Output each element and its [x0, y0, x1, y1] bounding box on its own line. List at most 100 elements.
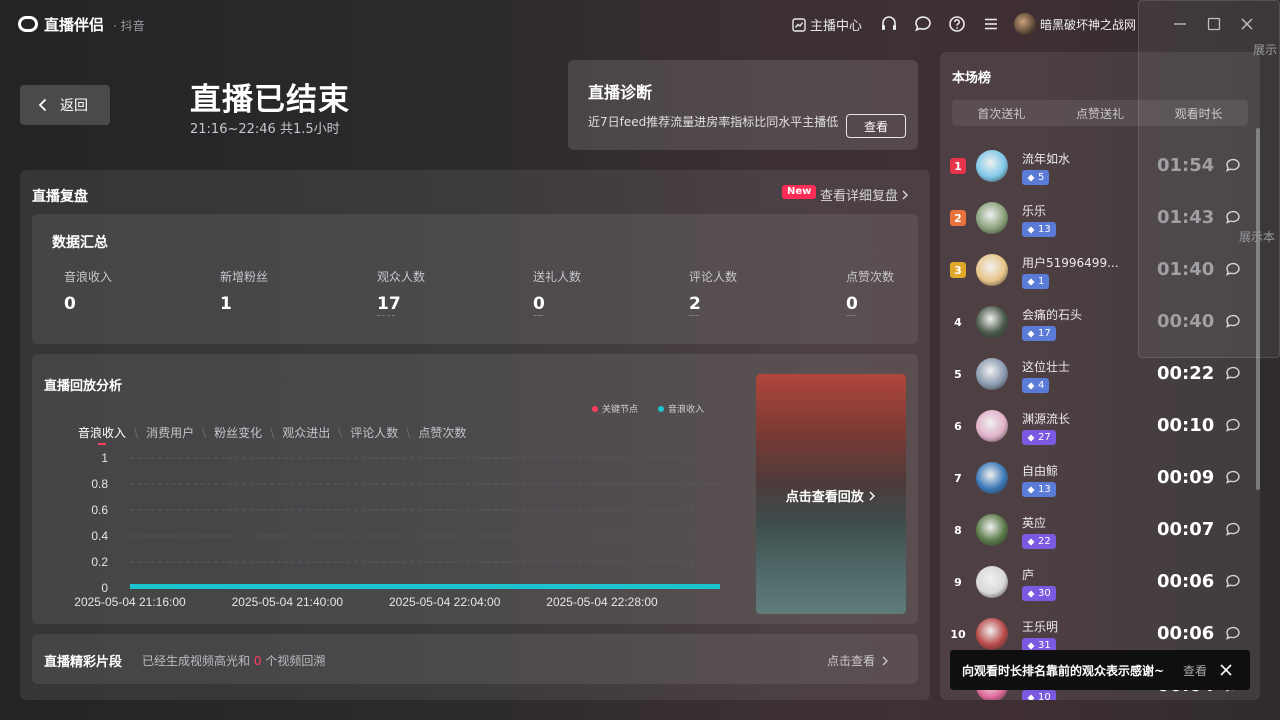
y-tick-label: 0.8 — [91, 477, 108, 491]
viewer-avatar[interactable] — [976, 462, 1008, 494]
chevron-right-icon — [882, 656, 889, 665]
viewer-avatar[interactable] — [976, 618, 1008, 650]
app-logo-icon — [18, 16, 38, 32]
diamond-icon — [1027, 434, 1035, 441]
replay-thumbnail[interactable]: 点击查看回放 — [756, 374, 906, 614]
rank-number: 1 — [950, 158, 966, 174]
ranking-row[interactable]: 9 庐 30 00:06 — [940, 556, 1260, 608]
level-badge: 4 — [1022, 378, 1050, 393]
message-icon[interactable] — [1224, 624, 1242, 642]
tab-first-gift[interactable]: 首次送礼 — [952, 100, 1051, 126]
legend-item-key-node: 关键节点 — [592, 402, 638, 415]
stat-item[interactable]: 送礼人数 0 — [533, 268, 673, 316]
stat-item: 新增粉丝 1 — [220, 268, 360, 314]
ranking-row[interactable]: 7 自由鲸 13 00:09 — [940, 452, 1260, 504]
stat-value: 0 — [64, 294, 76, 314]
viewer-name: 王乐明 — [1022, 620, 1059, 634]
viewer-avatar[interactable] — [976, 566, 1008, 598]
diamond-icon — [1027, 642, 1035, 649]
level-badge: 30 — [1022, 586, 1056, 601]
diamond-icon — [1027, 538, 1035, 545]
viewer-name: 这位壮士 — [1022, 360, 1071, 374]
level-value: 13 — [1038, 484, 1051, 495]
diamond-icon — [1027, 694, 1035, 700]
message-icon[interactable] — [1224, 416, 1242, 434]
tab-paying-users[interactable]: 消费用户 — [146, 424, 194, 441]
viewer-name: 渊源流长 — [1022, 412, 1071, 426]
back-label: 返回 — [60, 98, 88, 114]
tab-income[interactable]: 音浪收入 — [78, 424, 126, 445]
message-icon[interactable] — [1224, 468, 1242, 486]
watch-time: 00:09 — [1157, 467, 1215, 488]
rank-number: 6 — [954, 419, 962, 433]
tab-separator: \ — [202, 425, 207, 440]
app-platform: · 抖音 — [113, 19, 145, 33]
tab-separator: \ — [134, 425, 139, 440]
message-icon[interactable] — [1224, 520, 1242, 538]
overlay-text: 展示 — [1253, 43, 1278, 57]
level-badge: 5 — [1022, 170, 1050, 185]
tab-like-gift[interactable]: 点赞送礼 — [1051, 100, 1150, 126]
tab-likes[interactable]: 点赞次数 — [418, 424, 466, 441]
watch-replay-link[interactable]: 点击查看回放 — [756, 486, 906, 505]
message-icon[interactable] — [913, 14, 933, 34]
viewer-avatar[interactable] — [976, 254, 1008, 286]
highlights-prefix: 已经生成视频高光和 — [142, 654, 251, 668]
highlights-view-label: 点击查看 — [827, 654, 876, 668]
watch-replay-label: 点击查看回放 — [785, 490, 864, 505]
watch-time: 00:22 — [1157, 363, 1215, 384]
viewer-name: 乐乐 — [1022, 204, 1047, 218]
diamond-icon — [1027, 278, 1035, 285]
viewer-avatar[interactable] — [976, 410, 1008, 442]
anchor-center-button[interactable]: 主播中心 — [792, 15, 862, 34]
diagnosis-view-button[interactable]: 查看 — [846, 114, 906, 138]
tab-viewer-inout[interactable]: 观众进出 — [282, 424, 330, 441]
chart-box-icon — [792, 17, 806, 32]
chevron-right-icon — [869, 491, 876, 501]
level-badge: 17 — [1022, 326, 1056, 341]
income-chart[interactable]: 1 0.8 0.6 0.4 0.2 02025-05-04 21:16:00 2025-05… — [68, 446, 738, 616]
highlights-view-link[interactable]: 点击查看 — [827, 652, 889, 669]
stat-item[interactable]: 观众人数 17 — [377, 268, 517, 316]
highlights-count: 0 — [253, 654, 262, 668]
legend-label: 关键节点 — [602, 405, 639, 415]
back-button[interactable]: 返回 — [20, 85, 110, 125]
viewer-avatar[interactable] — [976, 306, 1008, 338]
viewer-avatar[interactable] — [976, 358, 1008, 390]
viewer-avatar[interactable] — [976, 514, 1008, 546]
y-tick-label: 1 — [101, 451, 108, 465]
stat-item[interactable]: 评论人数 2 — [689, 268, 829, 316]
level-value: 5 — [1038, 172, 1045, 183]
y-tick-label: 0.6 — [91, 503, 108, 517]
stat-value: 0 — [533, 294, 545, 314]
message-icon[interactable] — [1224, 572, 1242, 590]
ranking-row[interactable]: 8 英应 22 00:07 — [940, 504, 1260, 556]
menu-icon[interactable] — [981, 14, 1001, 34]
user-avatar[interactable] — [1014, 13, 1036, 35]
level-value: 1 — [1038, 276, 1045, 287]
tab-comment-users[interactable]: 评论人数 — [350, 424, 398, 441]
diamond-icon — [1027, 486, 1035, 493]
username[interactable]: 暗黑破坏神之战网 — [1040, 16, 1136, 33]
ranking-row[interactable]: 6 渊源流长 27 00:10 — [940, 400, 1260, 452]
close-icon[interactable] — [1218, 662, 1234, 678]
message-icon[interactable] — [1224, 364, 1242, 382]
level-value: 30 — [1038, 588, 1051, 599]
highlights-title: 直播精彩片段 — [44, 655, 123, 670]
replay-analysis-card: 直播回放分析 关键节点 音浪收入 音浪收入 \ 消费用户 \ 粉丝变化 \ 观众… — [32, 354, 918, 624]
x-tick-label: 2025-05-04 21:40:00 — [232, 595, 344, 609]
viewer-name: 用户51996499... — [1022, 256, 1119, 270]
headset-icon[interactable] — [879, 14, 899, 34]
title-bar: 直播伴侣 · 抖音 主播中心 暗黑破坏神之战网 — [0, 0, 1280, 50]
highlights-card: 直播精彩片段 已经生成视频高光和 0 个视频回溯 点击查看 — [32, 634, 918, 684]
level-value: 27 — [1038, 432, 1051, 443]
viewer-avatar[interactable] — [976, 202, 1008, 234]
detail-replay-link[interactable]: 查看详细复盘 — [820, 185, 909, 204]
tab-fans-change[interactable]: 粉丝变化 — [214, 424, 262, 441]
help-icon[interactable] — [947, 14, 967, 34]
page-title: 直播已结束 — [190, 82, 350, 118]
overlay-popup: 展示 展示本 — [1138, 0, 1280, 358]
toast-view-button[interactable]: 查看 — [1183, 662, 1207, 679]
tab-separator: \ — [338, 425, 343, 440]
viewer-avatar[interactable] — [976, 150, 1008, 182]
